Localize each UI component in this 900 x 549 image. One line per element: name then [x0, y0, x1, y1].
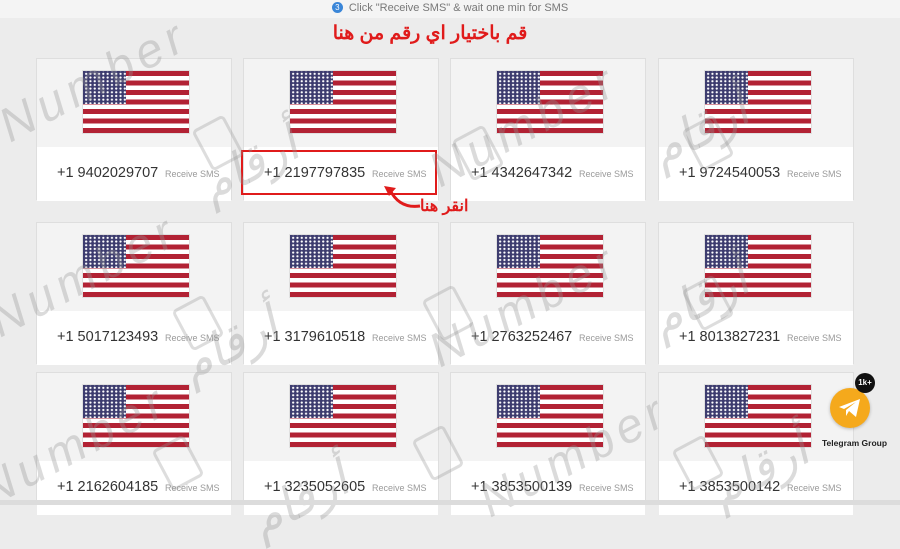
phone-number[interactable]: +1 2763252467 [471, 329, 572, 345]
flag-area [37, 373, 231, 461]
receive-sms-link[interactable]: Receive SMS [787, 333, 842, 343]
us-flag-icon [290, 385, 396, 447]
flag-area [659, 223, 853, 311]
flag-area [451, 59, 645, 147]
number-card[interactable]: +1 3853500142 Receive SMS [658, 372, 854, 515]
number-row: +1 9402029707 Receive SMS [37, 147, 231, 201]
arrow-icon [384, 186, 421, 208]
phone-number[interactable]: +1 3853500142 [679, 479, 780, 495]
flag-area [659, 59, 853, 147]
flag-area [37, 223, 231, 311]
member-count-badge: 1k+ [855, 373, 875, 393]
telegram-group-label[interactable]: Telegram Group [822, 438, 887, 448]
click-here-label: انقر هنا [420, 198, 469, 215]
number-card[interactable]: +1 9402029707 Receive SMS [36, 58, 232, 201]
telegram-icon [839, 399, 860, 417]
number-card[interactable]: +1 9724540053 Receive SMS [658, 58, 854, 201]
flag-area [244, 373, 438, 461]
number-card[interactable]: +1 4342647342 Receive SMS [450, 58, 646, 201]
step-badge: 3 [331, 2, 343, 13]
us-flag-icon [705, 71, 811, 133]
number-card[interactable]: +1 8013827231 Receive SMS [658, 222, 854, 365]
page-bottom-edge [0, 500, 900, 505]
receive-sms-link[interactable]: Receive SMS [579, 169, 634, 179]
receive-sms-link[interactable]: Receive SMS [372, 333, 427, 343]
us-flag-icon [705, 235, 811, 297]
flag-area [37, 59, 231, 147]
phone-number[interactable]: +1 3853500139 [471, 479, 572, 495]
receive-sms-link[interactable]: Receive SMS [787, 483, 842, 493]
receive-sms-link[interactable]: Receive SMS [165, 483, 220, 493]
number-row: +1 8013827231 Receive SMS [659, 311, 853, 365]
number-card[interactable]: +1 3853500139 Receive SMS [450, 372, 646, 515]
flag-area [244, 59, 438, 147]
number-card[interactable]: +1 3235052605 Receive SMS [243, 372, 439, 515]
number-card[interactable]: +1 2763252467 Receive SMS [450, 222, 646, 365]
us-flag-icon [705, 385, 811, 447]
receive-sms-link[interactable]: Receive SMS [579, 483, 634, 493]
number-card[interactable]: +1 2162604185 Receive SMS [36, 372, 232, 515]
number-row: +1 3853500139 Receive SMS [451, 461, 645, 515]
phone-number[interactable]: +1 3235052605 [264, 479, 365, 495]
number-row: +1 3853500142 Receive SMS [659, 461, 853, 515]
receive-sms-link[interactable]: Receive SMS [787, 169, 842, 179]
receive-sms-link[interactable]: Receive SMS [165, 169, 220, 179]
choose-number-headline: قم باختيار اي رقم من هنا [332, 23, 528, 44]
number-row: +1 2763252467 Receive SMS [451, 311, 645, 365]
us-flag-icon [497, 71, 603, 133]
phone-number[interactable]: +1 4342647342 [471, 165, 572, 181]
us-flag-icon [497, 385, 603, 447]
number-row: +1 5017123493 Receive SMS [37, 311, 231, 365]
instruction-text: Click "Receive SMS" & wait one min for S… [348, 2, 569, 14]
instruction-bar: 3 Click "Receive SMS" & wait one min for… [0, 0, 900, 18]
number-card[interactable]: +1 5017123493 Receive SMS [36, 222, 232, 365]
us-flag-icon [83, 71, 189, 133]
number-row: +1 2162604185 Receive SMS [37, 461, 231, 515]
us-flag-icon [83, 385, 189, 447]
phone-number[interactable]: +1 2162604185 [57, 479, 158, 495]
flag-area [451, 223, 645, 311]
phone-number[interactable]: +1 9402029707 [57, 165, 158, 181]
number-row: +1 9724540053 Receive SMS [659, 147, 853, 201]
phone-number[interactable]: +1 9724540053 [679, 165, 780, 181]
us-flag-icon [290, 71, 396, 133]
us-flag-icon [497, 235, 603, 297]
us-flag-icon [290, 235, 396, 297]
receive-sms-link[interactable]: Receive SMS [165, 333, 220, 343]
number-card[interactable]: +1 3179610518 Receive SMS [243, 222, 439, 365]
flag-area [451, 373, 645, 461]
number-row: +1 4342647342 Receive SMS [451, 147, 645, 201]
flag-area [244, 223, 438, 311]
number-row: +1 3235052605 Receive SMS [244, 461, 438, 515]
receive-sms-link[interactable]: Receive SMS [579, 333, 634, 343]
phone-number[interactable]: +1 3179610518 [264, 329, 365, 345]
us-flag-icon [83, 235, 189, 297]
phone-number[interactable]: +1 8013827231 [679, 329, 780, 345]
number-row: +1 3179610518 Receive SMS [244, 311, 438, 365]
receive-sms-link[interactable]: Receive SMS [372, 483, 427, 493]
telegram-button[interactable] [830, 388, 870, 428]
phone-number[interactable]: +1 5017123493 [57, 329, 158, 345]
